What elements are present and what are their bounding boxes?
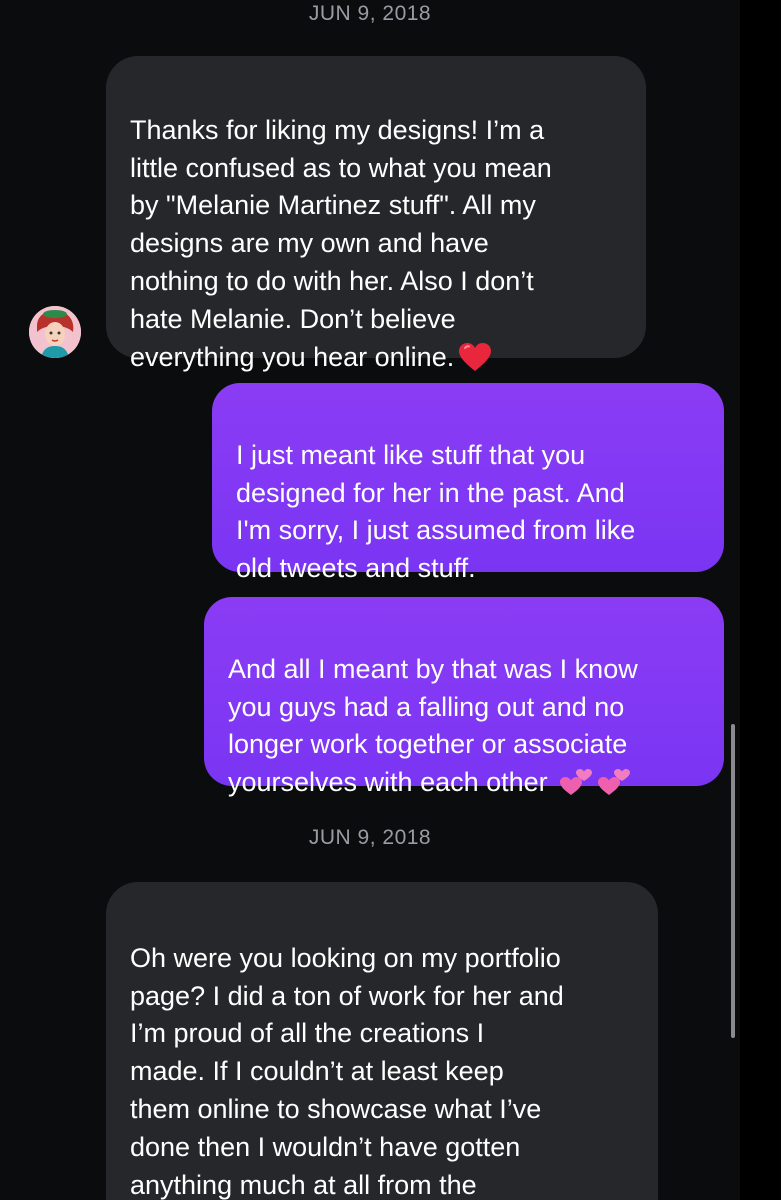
incoming-message-bubble[interactable]: Oh were you looking on my portfolio page… — [106, 882, 658, 1200]
two-hearts-emoji — [558, 767, 592, 808]
date-separator: JUN 9, 2018 — [308, 826, 432, 849]
date-separator: JUN 9, 2018 — [308, 2, 432, 25]
chat-thread[interactable]: JUN 9, 2018 Thanks for liking my designs… — [0, 0, 740, 1200]
message-text: Oh were you looking on my portfolio page… — [130, 942, 564, 1200]
red-heart-emoji — [458, 342, 492, 383]
outgoing-message-bubble[interactable]: I just meant like stuff that you designe… — [212, 383, 724, 583]
incoming-message-bubble[interactable]: Thanks for liking my designs! I’m a litt… — [106, 56, 646, 372]
scrollbar-thumb[interactable] — [731, 724, 735, 1038]
message-text: Thanks for liking my designs! I’m a litt… — [130, 114, 552, 372]
two-hearts-emoji — [596, 767, 630, 808]
outgoing-message-bubble[interactable]: And all I meant by that was I know you g… — [204, 597, 724, 797]
message-text: I just meant like stuff that you designe… — [236, 439, 636, 584]
screen-edge — [740, 0, 781, 1200]
contact-avatar[interactable] — [29, 306, 81, 358]
